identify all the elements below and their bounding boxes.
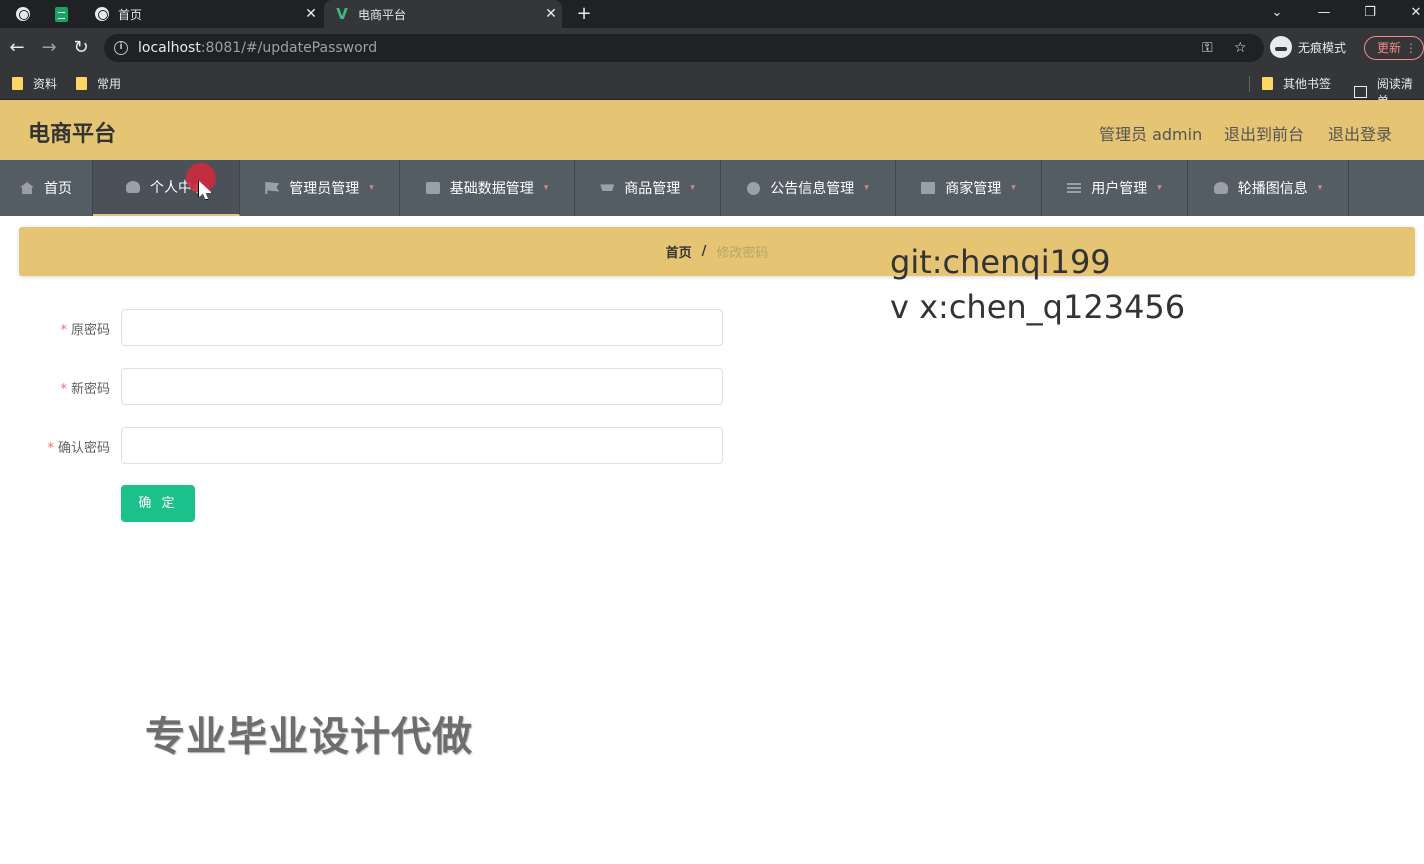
cart-icon — [600, 184, 615, 191]
tab-title: 电商平台 — [358, 7, 407, 22]
star-icon[interactable]: ☆ — [1234, 40, 1247, 56]
menu-item-merchants[interactable]: 商家管理 ▾ — [896, 160, 1042, 216]
folder-icon — [76, 77, 87, 90]
back-arrow-icon[interactable]: ← — [5, 36, 29, 60]
forward-arrow-icon[interactable]: → — [37, 36, 61, 60]
browser-tab-home[interactable]: 首页 ✕ — [84, 0, 322, 28]
old-password-input[interactable] — [121, 309, 723, 346]
chevron-down-icon: ▾ — [369, 183, 374, 193]
key-icon[interactable]: ⚿ — [1202, 40, 1213, 56]
incognito-icon — [1270, 36, 1292, 58]
new-password-label: * 新密码 — [60, 382, 110, 397]
update-label: 更新 — [1377, 41, 1402, 55]
menu-item-personal-center[interactable]: 个人中心 — [93, 160, 240, 216]
incognito-indicator[interactable]: 无痕模式 — [1270, 36, 1346, 58]
film-icon — [425, 182, 440, 194]
watermark-contact: v x:chen_q123456 — [890, 288, 1186, 326]
pinned-tab-globe[interactable] — [12, 4, 34, 24]
bookmarks-bar: 资料 常用 其他书签 阅读清单 — [0, 68, 1424, 108]
menu-label: 商家管理 — [945, 181, 1002, 197]
menu-label: 管理员管理 — [289, 181, 360, 197]
compass-icon — [747, 181, 761, 195]
tab-title: 首页 — [118, 7, 143, 22]
app-header: 电商平台 管理员 admin 退出到前台 退出登录 — [0, 100, 1424, 160]
bookmark-folder[interactable]: 资料 — [12, 75, 57, 92]
chevron-down-icon: ▾ — [1317, 183, 1323, 193]
close-tab-icon[interactable]: ✕ — [300, 6, 322, 22]
folder-icon — [1262, 77, 1273, 90]
promo-caption: 专业毕业设计代做 — [145, 714, 473, 760]
update-password-form: * 原密码 * 新密码 * 确认密码 确 定 — [15, 280, 1423, 570]
breadcrumb: 首页 / 修改密码 — [19, 227, 1415, 276]
browser-tab-strip: 首页 ✕ V 电商平台 ✕ + ⌄ — ❐ ✕ — [0, 0, 1424, 28]
new-tab-button[interactable]: + — [572, 2, 596, 26]
top-nav-menu: 首页 个人中心 管理员管理 ▾ 基础数据管理 ▾ 商品管理 ▾ 公告信息管理 ▾ 商家管… — [0, 160, 1424, 216]
menu-label: 轮播图信息 — [1237, 181, 1308, 197]
bookmark-label: 其他书签 — [1283, 77, 1332, 91]
menu-label: 基础数据管理 — [449, 181, 534, 197]
menu-label: 商品管理 — [624, 181, 681, 197]
old-password-label: * 原密码 — [60, 323, 110, 338]
list-icon — [1067, 183, 1082, 193]
folder-icon — [12, 77, 23, 90]
incognito-label: 无痕模式 — [1298, 40, 1347, 55]
minimize-button[interactable]: — — [1306, 0, 1342, 28]
chevron-down-icon: ▾ — [543, 183, 549, 193]
menu-item-users[interactable]: 用户管理 ▾ — [1042, 160, 1188, 216]
chevron-down-icon: ▾ — [864, 183, 869, 193]
bookmark-divider — [1249, 76, 1250, 92]
update-button[interactable]: 更新 ⋮ — [1364, 36, 1424, 60]
breadcrumb-current: 修改密码 — [716, 246, 769, 261]
bookmark-label: 资料 — [33, 77, 58, 91]
vue-logo-icon: V — [336, 5, 348, 23]
restore-button[interactable]: ❐ — [1352, 0, 1388, 28]
new-password-input[interactable] — [121, 368, 723, 405]
menu-item-notices[interactable]: 公告信息管理 ▾ — [721, 160, 896, 216]
close-window-button[interactable]: ✕ — [1398, 0, 1424, 28]
home-icon — [20, 182, 34, 194]
address-bar[interactable]: i localhost:8081/#/updatePassword ⚿ ☆ — [104, 34, 1264, 62]
tab-search-icon[interactable]: ⌄ — [1259, 0, 1295, 28]
reading-list-icon — [1354, 86, 1367, 98]
menu-item-home[interactable]: 首页 — [0, 160, 93, 216]
menu-label: 用户管理 — [1091, 181, 1148, 197]
brand-title: 电商平台 — [28, 122, 117, 147]
menu-label: 首页 — [44, 181, 72, 197]
browser-toolbar: ← → ↻ i localhost:8081/#/updatePassword … — [0, 28, 1424, 68]
browser-tab-ecommerce[interactable]: V 电商平台 ✕ — [324, 0, 562, 28]
spreadsheet-icon — [54, 6, 68, 22]
menu-item-basic-data[interactable]: 基础数据管理 ▾ — [400, 160, 575, 216]
logout-link[interactable]: 退出登录 — [1328, 121, 1392, 145]
user-icon — [1213, 182, 1228, 194]
flag-icon — [265, 182, 280, 194]
breadcrumb-home[interactable]: 首页 — [666, 242, 692, 261]
bookmark-folder[interactable]: 常用 — [76, 75, 121, 92]
watermark-git: git:chenqi199 — [890, 243, 1111, 281]
breadcrumb-separator: / — [701, 244, 707, 259]
globe-icon — [16, 7, 30, 21]
other-bookmarks[interactable]: 其他书签 — [1262, 75, 1331, 92]
reload-icon[interactable]: ↻ — [69, 36, 93, 60]
menu-item-admin-management[interactable]: 管理员管理 ▾ — [240, 160, 400, 216]
confirm-button[interactable]: 确 定 — [121, 485, 195, 522]
user-icon — [126, 181, 140, 193]
url-path: :8081/#/updatePassword — [200, 40, 378, 56]
menu-item-carousel[interactable]: 轮播图信息 ▾ — [1188, 160, 1349, 216]
confirm-password-input[interactable] — [121, 427, 723, 464]
book-icon — [921, 182, 936, 194]
menu-label: 公告信息管理 — [770, 181, 855, 197]
admin-user-label: 管理员 admin — [1099, 125, 1203, 144]
close-tab-icon[interactable]: ✕ — [540, 6, 562, 22]
menu-item-goods[interactable]: 商品管理 ▾ — [575, 160, 721, 216]
chevron-down-icon: ▾ — [690, 183, 695, 193]
site-info-icon[interactable]: i — [114, 41, 128, 55]
pinned-tab-sheets[interactable] — [50, 4, 72, 24]
url-host: localhost — [138, 40, 201, 56]
confirm-password-label: * 确认密码 — [47, 441, 110, 456]
chevron-down-icon: ▾ — [1157, 183, 1162, 193]
bookmark-label: 常用 — [97, 77, 122, 91]
exit-to-frontend-link[interactable]: 退出到前台 — [1224, 121, 1304, 145]
globe-icon — [95, 7, 109, 21]
chevron-down-icon: ▾ — [1011, 183, 1016, 193]
